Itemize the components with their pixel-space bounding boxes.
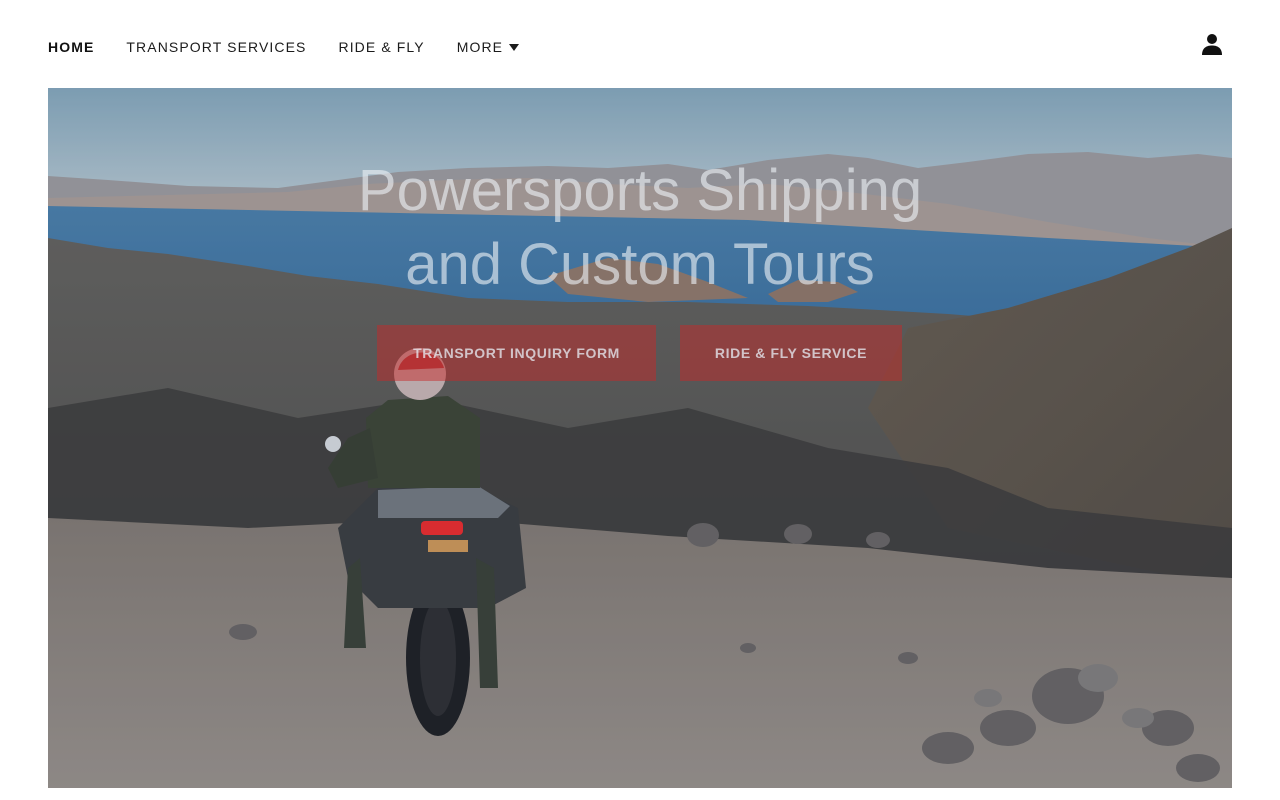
person-icon[interactable] xyxy=(1200,32,1224,56)
caret-down-icon xyxy=(509,44,520,51)
nav-more-label: MORE xyxy=(456,39,504,55)
hero-title: Powersports Shipping and Custom Tours xyxy=(48,154,1232,302)
hero-title-line-1: Powersports Shipping xyxy=(357,158,923,223)
nav-transport-services[interactable]: TRANSPORT SERVICES xyxy=(126,38,306,56)
hero-banner: Powersports Shipping and Custom Tours TR… xyxy=(48,88,1232,788)
hero-title-line-2: and Custom Tours xyxy=(405,232,875,297)
nav-ride-and-fly[interactable]: RIDE & FLY xyxy=(338,38,424,56)
ride-and-fly-service-button[interactable]: RIDE & FLY SERVICE xyxy=(680,325,902,381)
hero-cta-group: TRANSPORT INQUIRY FORM RIDE & FLY SERVIC… xyxy=(377,325,902,381)
transport-inquiry-form-button[interactable]: TRANSPORT INQUIRY FORM xyxy=(377,325,656,381)
site-header: HOME TRANSPORT SERVICES RIDE & FLY MORE xyxy=(0,0,1280,88)
nav-home[interactable]: HOME xyxy=(48,38,94,56)
main-nav: HOME TRANSPORT SERVICES RIDE & FLY MORE xyxy=(48,38,520,56)
page: HOME TRANSPORT SERVICES RIDE & FLY MORE xyxy=(0,0,1280,800)
nav-more-dropdown[interactable]: MORE xyxy=(456,38,520,56)
